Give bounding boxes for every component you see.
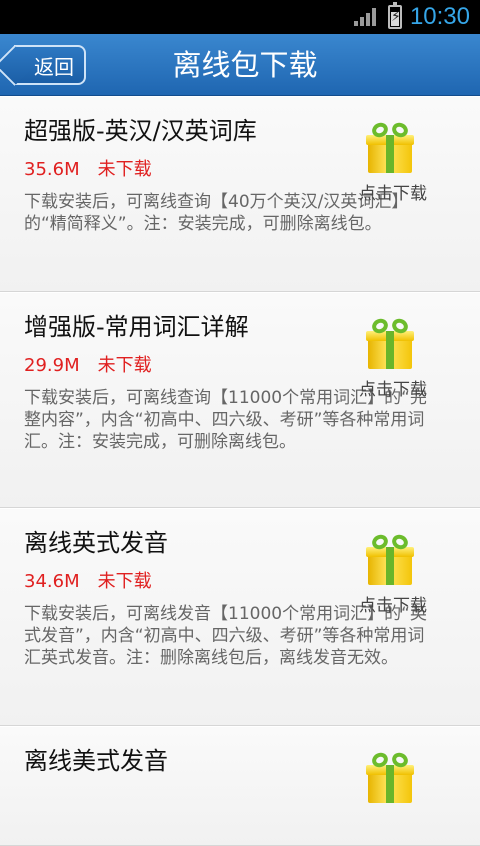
gift-icon: [366, 532, 414, 585]
download-button[interactable]: 点击下载: [354, 120, 427, 204]
battery-icon: ⚡: [387, 2, 402, 29]
package-size: 29.9M: [24, 355, 80, 376]
signal-icon: [353, 6, 380, 28]
download-button[interactable]: 点击下载: [354, 532, 427, 616]
gift-icon: [366, 120, 414, 173]
offline-package-list: 超强版-英汉/汉英词库 35.6M 未下载 下载安装后，可离线查询【40万个英汉/…: [0, 96, 480, 846]
list-item[interactable]: 离线美式发音: [0, 726, 480, 846]
list-item[interactable]: 超强版-英汉/汉英词库 35.6M 未下载 下载安装后，可离线查询【40万个英汉/…: [0, 96, 480, 292]
gift-icon: [366, 750, 414, 803]
gift-icon: [366, 316, 414, 369]
back-button-label: 返回: [34, 54, 74, 79]
download-label: 点击下载: [359, 596, 427, 616]
package-status: 未下载: [97, 571, 152, 592]
list-item[interactable]: 离线英式发音 34.6M 未下载 下载安装后，可离线发音【11000个常用词汇】的…: [0, 508, 480, 726]
package-size: 34.6M: [24, 571, 80, 592]
package-size: 35.6M: [24, 159, 80, 180]
package-status: 未下载: [97, 355, 152, 376]
title-bar: 离线包下载 返回: [0, 34, 480, 96]
download-button[interactable]: [354, 750, 426, 803]
status-bar: ⚡ 10:30: [0, 0, 480, 34]
download-label: 点击下载: [359, 184, 427, 204]
download-button[interactable]: 点击下载: [354, 316, 427, 400]
package-status: 未下载: [97, 159, 152, 180]
list-item[interactable]: 增强版-常用词汇详解 29.9M 未下载 下载安装后，可离线查询【11000个常用…: [0, 292, 480, 508]
status-time: 10:30: [409, 3, 470, 30]
download-label: 点击下载: [359, 380, 427, 400]
back-button[interactable]: 返回: [14, 45, 86, 85]
